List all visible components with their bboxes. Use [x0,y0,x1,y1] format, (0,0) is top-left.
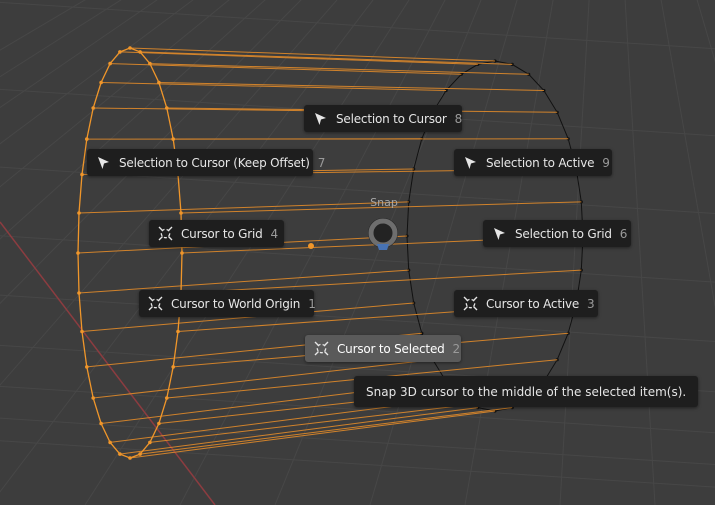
cursor-arrow-icon [462,155,478,171]
front-ring-vertex [77,291,81,295]
front-ring-vertex [157,80,161,85]
pie-item-shortcut: 9 [602,155,610,170]
front-ring-vertex [80,329,84,334]
grid-line [696,0,715,63]
3d-viewport[interactable] [0,0,715,505]
pie-item-cursor-to-grid[interactable]: Cursor to Grid 4 [149,220,284,247]
front-ring-vertex [128,456,132,460]
front-ring-vertex [76,251,80,255]
pie-item-shortcut: 2 [452,341,461,356]
front-ring-vertex [118,50,122,54]
side-edge [149,63,529,75]
front-ring-vertex [138,50,142,54]
tooltip: Snap 3D cursor to the middle of the sele… [354,376,699,407]
pie-item-label: Selection to Active [486,155,595,170]
front-ring-vertex [180,251,184,255]
pie-item-selection-to-cursor[interactable]: Selection to Cursor 8 [304,105,462,132]
front-ring-vertex [108,61,112,66]
pie-item-label: Selection to Cursor (Keep Offset) [119,155,310,170]
front-ring-vertex [179,211,183,215]
cursor-arrow-icon [95,155,111,171]
front-ring-vertex [165,106,169,110]
pie-item-label: Selection to Cursor [336,111,447,126]
pie-item-shortcut: 4 [270,226,279,241]
pie-item-shortcut: 1 [308,296,316,311]
side-edge [129,410,496,459]
pie-item-label: Cursor to Active [486,296,580,311]
pie-item-label: Cursor to Selected [337,341,445,356]
grid-line [0,0,338,386]
front-ring-vertex [80,172,84,177]
pie-item-label: Cursor to Grid [181,226,263,241]
pie-item-selection-to-cursor-keep-offset[interactable]: Selection to Cursor (Keep Offset) 7 [87,149,325,176]
front-ring-vertex [108,440,112,445]
front-ring-vertex [171,365,175,369]
grid-line [179,0,446,505]
front-ring-vertex [128,46,132,50]
front-ring-vertex [91,106,95,110]
front-ring-vertex [99,421,103,426]
front-ring-vertex [148,440,152,445]
cursor-arrow-icon [312,111,328,127]
floor-grid [0,0,715,505]
grid-line [660,0,715,310]
pie-direction-indicator [368,218,398,250]
front-ring-vertex [118,452,122,456]
front-ring-vertex [85,365,89,369]
grid-line [0,440,715,488]
front-ring-vertex [171,137,175,141]
front-ring-vertex [91,396,95,400]
pie-item-label: Selection to Grid [515,226,612,241]
grid-line [0,417,715,465]
grid-line [624,0,656,505]
grid-line [706,0,715,505]
grid-line [684,0,715,505]
front-ring-vertex [176,329,180,334]
x-axis-line [0,221,216,505]
pie-item-shortcut: 6 [619,226,628,241]
pie-item-selection-to-grid[interactable]: Selection to Grid 6 [483,220,631,247]
3d-cursor-icon [462,296,478,312]
3d-cursor-icon [313,341,329,357]
cursor-arrow-icon [491,226,507,242]
3d-cursor-icon [147,296,163,312]
pie-item-label: Cursor to World Origin [171,296,301,311]
pie-menu-title: Snap [370,196,398,209]
front-ring-vertex [165,396,169,400]
front-ring-vertex [138,452,142,456]
front-ring-vertex [85,137,89,141]
pie-item-shortcut: 7 [317,155,326,170]
front-ring-vertex [77,211,81,215]
pie-item-cursor-to-world-origin[interactable]: Cursor to World Origin 1 [139,290,316,317]
grid-line [84,0,410,505]
side-edge [101,82,447,91]
front-ring-vertex [99,80,103,85]
grid-line [0,0,86,51]
pie-item-shortcut: 8 [454,111,463,126]
3d-cursor-icon [157,226,173,242]
grid-line [0,1,715,50]
pie-item-selection-to-active[interactable]: Selection to Active 9 [454,149,612,176]
grid-line [0,0,374,493]
object-origin-dot [308,243,314,249]
grid-line [464,0,554,505]
front-ring-vertex [157,421,161,426]
pie-item-cursor-to-active[interactable]: Cursor to Active 3 [454,290,598,317]
grid-line [559,0,590,505]
front-ring-vertex [148,61,152,66]
pie-item-cursor-to-selected[interactable]: Cursor to Selected 2 [305,335,461,362]
pie-item-shortcut: 3 [587,296,595,311]
